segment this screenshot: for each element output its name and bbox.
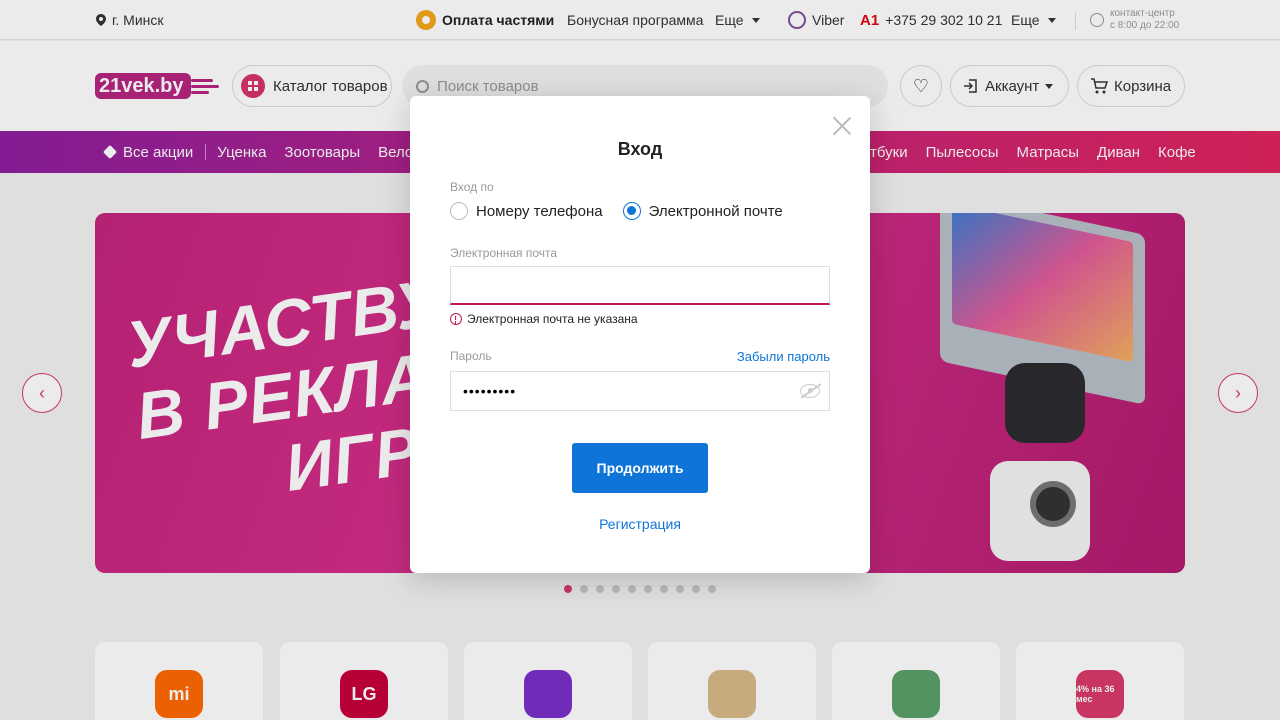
login-by-label: Вход по — [450, 180, 494, 194]
password-field[interactable] — [450, 371, 830, 411]
password-field-label: Пароль — [450, 349, 492, 363]
close-icon[interactable] — [830, 114, 854, 138]
login-modal: Вход Вход по Номеру телефона Электронной… — [410, 96, 870, 573]
register-link[interactable]: Регистрация — [410, 516, 870, 532]
radio-phone-label: Номеру телефона — [476, 202, 603, 220]
email-field[interactable] — [450, 266, 830, 305]
radio-circle[interactable] — [450, 202, 468, 220]
radio-phone[interactable]: Номеру телефона — [450, 202, 603, 220]
radio-email-label: Электронной почте — [648, 202, 783, 220]
modal-title: Вход — [617, 139, 663, 159]
email-field-label: Электронная почта — [450, 246, 558, 260]
email-error-message: Электронная почта не указана — [450, 312, 638, 326]
radio-email[interactable]: Электронной почте — [622, 202, 783, 220]
login-method-radio-group: Номеру телефона Электронной почте — [450, 202, 803, 220]
continue-button[interactable]: Продолжить — [572, 443, 708, 493]
alert-icon — [450, 313, 462, 325]
email-error-text: Электронная почта не указана — [467, 312, 638, 326]
forgot-password-link[interactable]: Забыли пароль — [737, 349, 830, 364]
eye-hidden-icon[interactable] — [800, 384, 820, 398]
radio-circle-checked[interactable] — [622, 202, 641, 220]
